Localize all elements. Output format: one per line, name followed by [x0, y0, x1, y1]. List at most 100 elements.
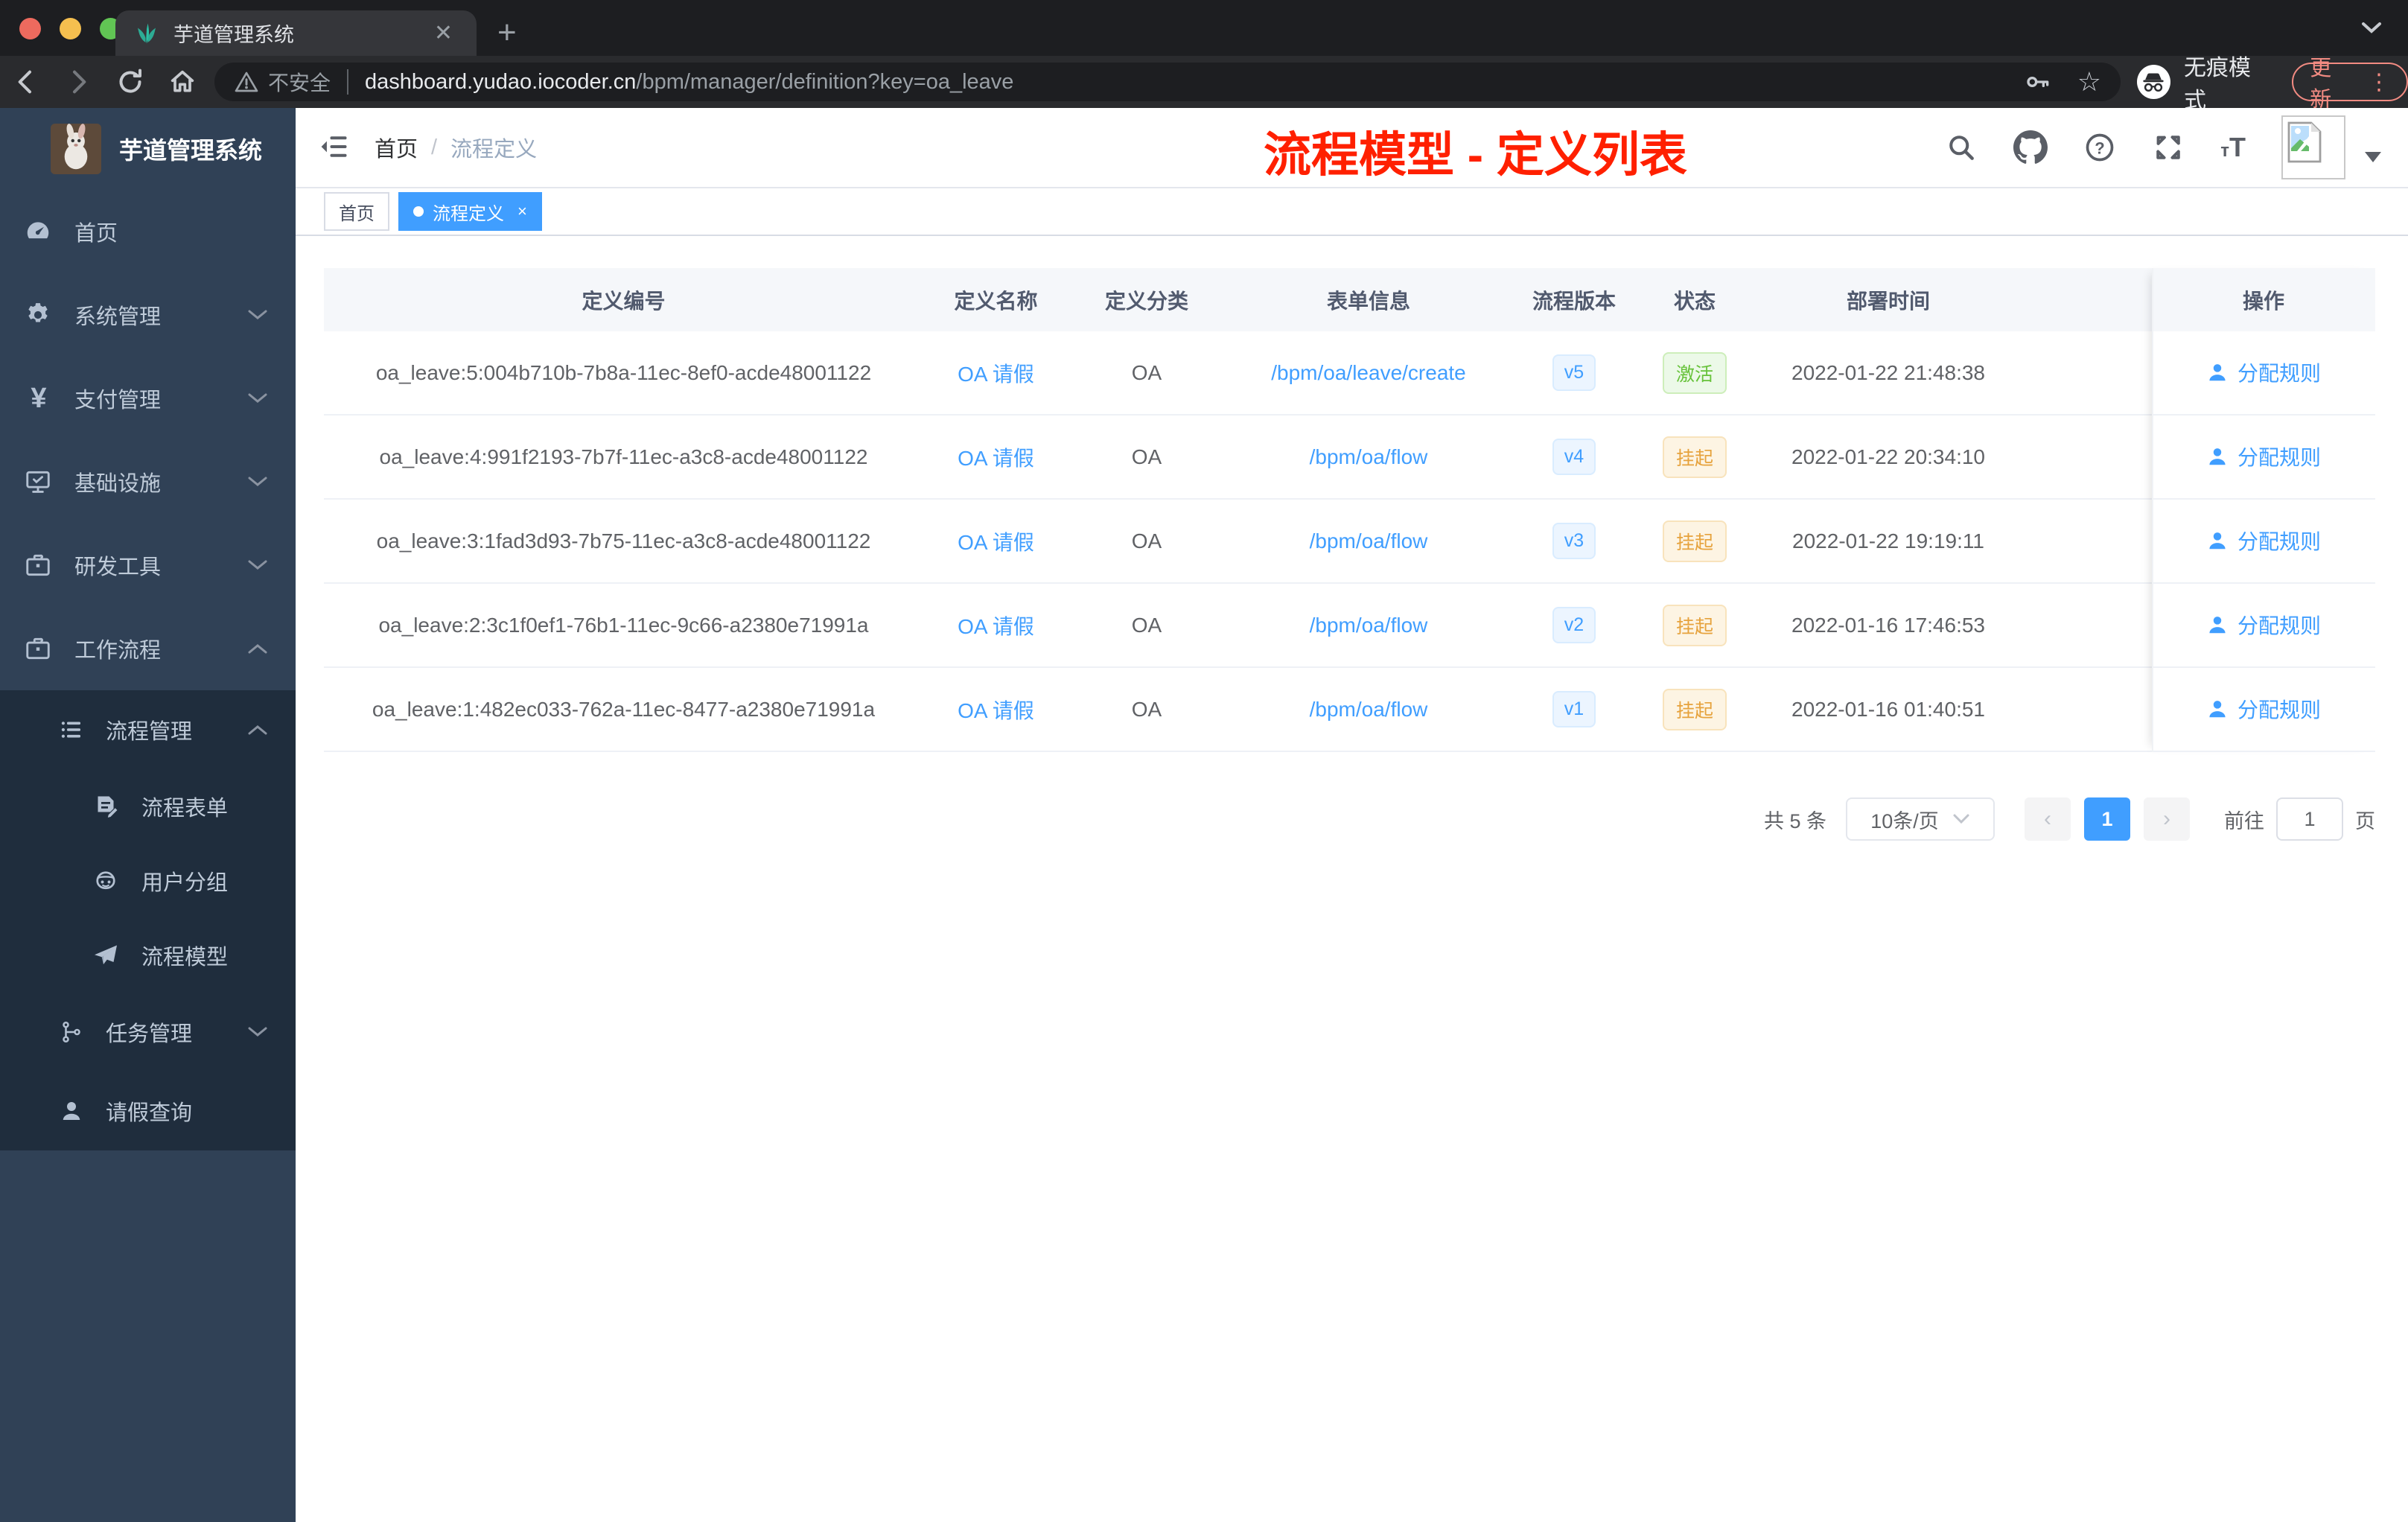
breadcrumb-home[interactable]: 首页 [375, 132, 418, 163]
tag-close-icon[interactable]: × [517, 202, 527, 221]
sidebar-logo[interactable]: 芋道管理系统 [0, 108, 296, 190]
fullscreen-icon[interactable] [2152, 131, 2185, 164]
tab-close-icon[interactable]: ✕ [428, 20, 459, 46]
bookmark-star-icon[interactable]: ☆ [2077, 66, 2101, 98]
update-label: 更新 [2310, 57, 2332, 112]
sidebar-item-process-form[interactable]: 流程表单 [0, 769, 296, 844]
status-badge: 激活 [1662, 351, 1727, 394]
column-header-deploy-time: 部署时间 [1846, 289, 1930, 313]
tag-process-definition[interactable]: 流程定义 × [398, 192, 542, 231]
form-link[interactable]: /bpm/oa/flow [1225, 529, 1512, 553]
sidebar-item-label: 基础设施 [74, 472, 162, 496]
url-text[interactable]: dashboard.yudao.iocoder.cn/bpm/manager/d… [365, 70, 2007, 95]
home-button[interactable] [156, 67, 208, 97]
sidebar-item-workflow[interactable]: 工作流程 [0, 607, 296, 690]
sidebar-item-leave-query[interactable]: 请假查询 [0, 1072, 296, 1150]
search-icon[interactable] [1945, 131, 1978, 164]
page-number-1[interactable]: 1 [2084, 797, 2130, 841]
table-row: oa_leave:1:482ec033-762a-11ec-8477-a2380… [324, 668, 2375, 752]
sidebar-item-process-model[interactable]: 流程模型 [0, 918, 296, 993]
status-badge: 挂起 [1662, 520, 1727, 562]
definition-id: oa_leave:3:1fad3d93-7b75-11ec-a3c8-acde4… [376, 529, 871, 553]
minimize-window-button[interactable] [60, 18, 81, 39]
goto-page-input[interactable] [2276, 797, 2343, 841]
favicon-leaf-icon [133, 20, 160, 47]
definition-name-link[interactable]: OA 请假 [923, 526, 1068, 556]
browser-update-button[interactable]: 更新 ⋮ [2292, 57, 2408, 112]
assign-rule-button[interactable]: 分配规则 [2206, 526, 2321, 555]
assign-rule-button[interactable]: 分配规则 [2206, 357, 2321, 387]
user-icon [2209, 616, 2226, 633]
url-bar[interactable]: 不安全 dashboard.yudao.iocoder.cn/bpm/manag… [214, 63, 2121, 101]
assign-rule-button[interactable]: 分配规则 [2206, 610, 2321, 640]
sidebar-item-label: 流程模型 [141, 946, 229, 969]
github-icon[interactable] [2013, 130, 2048, 165]
browser-menu-dots-icon[interactable]: ⋮ [2368, 69, 2390, 95]
assign-rule-button[interactable]: 分配规则 [2206, 694, 2321, 724]
form-link[interactable]: /bpm/oa/flow [1225, 698, 1512, 722]
macos-traffic-lights[interactable] [19, 18, 121, 39]
version-badge: v2 [1552, 607, 1596, 643]
status-badge: 挂起 [1662, 436, 1727, 478]
browser-tab[interactable]: 芋道管理系统 ✕ [115, 10, 477, 56]
sidebar-item-label: 首页 [74, 222, 118, 246]
svg-text:?: ? [2095, 138, 2105, 157]
user-avatar-menu[interactable] [2281, 115, 2381, 179]
sidebar-item-label: 任务管理 [106, 1022, 193, 1046]
definition-name-link[interactable]: OA 请假 [923, 442, 1068, 472]
assign-rule-button[interactable]: 分配规则 [2206, 442, 2321, 471]
next-page-button[interactable]: › [2144, 797, 2190, 841]
column-header-form: 表单信息 [1326, 289, 1410, 313]
avatar-caret-icon[interactable] [2365, 152, 2381, 162]
sidebar-item-task-management[interactable]: 任务管理 [0, 993, 296, 1072]
definition-category: OA [1131, 360, 1162, 384]
prev-page-button[interactable]: ‹ [2025, 797, 2071, 841]
incognito-label: 无痕模式 [2183, 56, 2251, 113]
tag-home[interactable]: 首页 [324, 192, 389, 231]
browser-toolbar: 不安全 dashboard.yudao.iocoder.cn/bpm/manag… [0, 56, 2408, 113]
key-icon[interactable] [2022, 67, 2052, 97]
url-host: dashboard.yudao.iocoder.cn [365, 69, 637, 94]
deploy-time: 2022-01-22 21:48:38 [1791, 360, 1985, 384]
sidebar-item-system[interactable]: 系统管理 [0, 273, 296, 357]
definition-name-link[interactable]: OA 请假 [923, 611, 1068, 640]
form-link[interactable]: /bpm/oa/flow [1225, 445, 1512, 469]
sidebar-item-infra[interactable]: 基础设施 [0, 440, 296, 523]
security-warning[interactable]: 不安全 [234, 67, 331, 97]
page-size-select[interactable]: 10条/页 [1846, 797, 1995, 841]
avatar-broken-image[interactable] [2281, 115, 2345, 179]
sidebar-item-payment[interactable]: ¥ 支付管理 [0, 357, 296, 440]
dashboard-icon [24, 217, 54, 246]
back-button[interactable] [0, 67, 52, 97]
column-header-status: 状态 [1673, 289, 1716, 313]
definition-id: oa_leave:5:004b710b-7b8a-11ec-8ef0-acde4… [375, 360, 872, 384]
hamburger-icon[interactable] [318, 130, 351, 163]
sidebar-item-process-management[interactable]: 流程管理 [0, 690, 296, 769]
tag-label: 首页 [339, 203, 375, 224]
deploy-time: 2022-01-22 19:19:11 [1792, 529, 1984, 553]
font-size-icon[interactable]: тT [2220, 132, 2246, 163]
sidebar-item-user-group[interactable]: 用户分组 [0, 844, 296, 918]
page-annotation: 流程模型 - 定义列表 [1264, 128, 1687, 182]
help-icon[interactable]: ? [2083, 131, 2116, 164]
sidebar-item-home[interactable]: 首页 [0, 190, 296, 273]
new-tab-button[interactable]: + [497, 16, 517, 49]
security-label: 不安全 [268, 71, 331, 95]
sidebar-item-devtools[interactable]: 研发工具 [0, 523, 296, 607]
definition-name-link[interactable]: OA 请假 [923, 695, 1068, 725]
incognito-indicator: 无痕模式 [2137, 49, 2271, 115]
warning-triangle-icon [235, 71, 258, 92]
close-window-button[interactable] [19, 18, 41, 39]
deploy-time: 2022-01-16 17:46:53 [1791, 613, 1985, 637]
chevron-down-icon [1953, 814, 1969, 824]
reload-button[interactable] [104, 67, 156, 97]
form-link[interactable]: /bpm/oa/flow [1225, 614, 1512, 637]
forward-button[interactable] [52, 67, 104, 97]
definition-name-link[interactable]: OA 请假 [923, 358, 1068, 388]
sidebar-item-label: 用户分组 [141, 871, 229, 895]
url-path: /bpm/manager/definition?key=oa_leave [636, 69, 1014, 94]
total-count: 共 5 条 [1763, 809, 1826, 832]
form-link[interactable]: /bpm/oa/leave/create [1225, 361, 1512, 385]
tab-search-chevron-icon[interactable] [2359, 19, 2384, 37]
action-label: 分配规则 [2237, 445, 2321, 469]
